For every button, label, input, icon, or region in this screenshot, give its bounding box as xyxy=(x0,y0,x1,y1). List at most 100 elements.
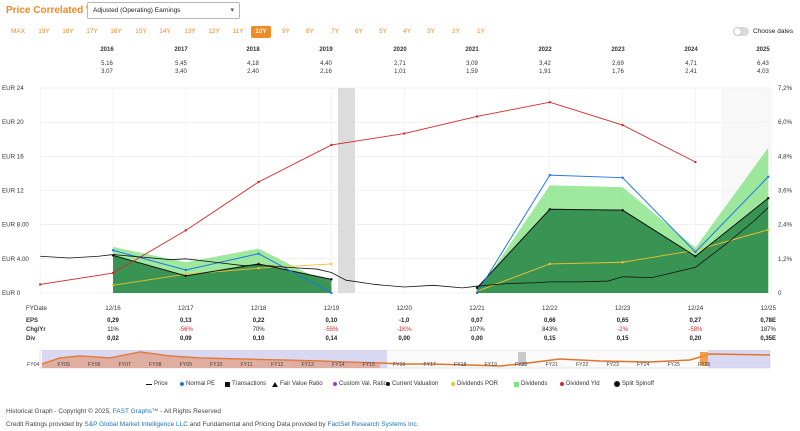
year-label: 2020 xyxy=(393,47,407,53)
legend-item-dividend-yld[interactable]: Dividend Yld xyxy=(560,381,600,387)
year-high-value: 4,40 xyxy=(320,61,332,67)
navigator-label: FY11 xyxy=(241,362,253,368)
range-button-6y[interactable]: 6Y xyxy=(350,26,368,38)
dividend-yld-point xyxy=(184,229,187,232)
range-button-12y[interactable]: 12Y xyxy=(204,26,224,38)
legend-marker-icon xyxy=(451,382,455,386)
navigator-label: FY12 xyxy=(271,362,284,368)
legend-item-normal-pe[interactable]: Normal PE xyxy=(180,381,215,387)
legend-item-price[interactable]: Price xyxy=(146,381,168,387)
year-label: 2024 xyxy=(684,47,698,53)
range-button-15y[interactable]: 15Y xyxy=(131,26,151,38)
table-cell: 0,09 xyxy=(179,336,192,342)
navigator-label: FY08 xyxy=(149,362,162,368)
legend-item-transactions[interactable]: Transactions xyxy=(225,381,266,387)
year-low-value: 2,41 xyxy=(685,69,697,75)
table-cell: 0,02 xyxy=(107,336,119,342)
factset-link[interactable]: FactSet Research Systems Inc. xyxy=(327,421,418,428)
legend-item-fair-value-ratio[interactable]: Fair Value Ratio xyxy=(272,381,323,387)
choose-dates-toggle[interactable] xyxy=(733,27,749,36)
legend-item-current-valuation[interactable]: Current Valuation xyxy=(386,381,438,387)
table-cell: 70% xyxy=(252,327,265,333)
navigator-window-right xyxy=(708,350,770,368)
year-high-value: 5,16 xyxy=(101,61,113,67)
range-button-8y[interactable]: 8Y xyxy=(301,26,319,38)
range-button-18y[interactable]: 18Y xyxy=(58,26,78,38)
navigator-label: FY15 xyxy=(363,362,376,368)
range-button-max[interactable]: MAX xyxy=(8,26,28,38)
normal-pe-point xyxy=(548,173,551,177)
dividend-yld-point xyxy=(111,271,115,275)
legend-item-split-spinoff[interactable]: Split Spinoff xyxy=(614,381,654,387)
fastgraphs-link[interactable]: FAST Graphs™ xyxy=(113,408,159,415)
chevron-down-icon: ▾ xyxy=(230,7,234,14)
table-cell: 0,22 xyxy=(252,318,265,324)
fydate-label: FYDate xyxy=(26,305,48,312)
table-cell: 0,00 xyxy=(398,336,411,342)
legend-item-dividends-por[interactable]: Dividends POR xyxy=(451,381,498,387)
range-button-17y[interactable]: 17Y xyxy=(82,26,102,38)
metric-select[interactable]: Adjusted (Operating) Earnings ▾ xyxy=(87,2,240,19)
left-axis-tick: EUR 20 xyxy=(2,119,24,126)
legend-label: Dividend Yld xyxy=(566,381,600,387)
table-cell: 0,66 xyxy=(543,318,556,324)
table-cell: 0,15 xyxy=(616,336,629,342)
right-axis-tick: 1,2% xyxy=(778,256,793,263)
dividends-por-point xyxy=(548,262,551,266)
table-cell: 0,10 xyxy=(325,318,338,324)
x-axis-tick: 12/22 xyxy=(542,305,558,312)
navigator-label: FY10 xyxy=(210,362,223,368)
normal-pe-point xyxy=(621,176,624,179)
range-button-16y[interactable]: 16Y xyxy=(106,26,126,38)
legend-label: Dividends POR xyxy=(457,381,499,387)
range-button-13y[interactable]: 13Y xyxy=(180,26,200,38)
range-button-7y[interactable]: 7Y xyxy=(326,26,344,38)
x-axis-tick: 12/25 xyxy=(760,305,776,312)
year-label: 2019 xyxy=(319,47,333,53)
table-cell: 0,00 xyxy=(471,336,483,342)
year-label: 2023 xyxy=(611,47,625,53)
range-button-9y[interactable]: 9Y xyxy=(277,26,295,38)
year-label: 2016 xyxy=(100,47,114,53)
year-low-value: 1,01 xyxy=(394,69,406,75)
right-axis-tick: 4,8% xyxy=(778,153,793,160)
legend-label: Custom Val. Ratio xyxy=(339,381,387,387)
legend-item-custom-val-ratio[interactable]: Custom Val. Ratio xyxy=(333,381,387,387)
credits-line: Credit Ratings provided by S&P Global Ma… xyxy=(6,421,419,428)
legend-item-dividends[interactable]: Dividends xyxy=(514,381,547,387)
navigator-label: FY17 xyxy=(424,362,437,368)
table-cell: 0,65 xyxy=(616,318,629,324)
legend-label: Normal PE xyxy=(186,381,216,387)
range-button-5y[interactable]: 5Y xyxy=(374,26,392,38)
navigator-label: FY14 xyxy=(332,362,345,368)
range-button-4y[interactable]: 4Y xyxy=(398,26,416,38)
fair-value-ratio-point xyxy=(621,208,624,212)
timeline-navigator[interactable]: FY04 FY05 FY06 FY07 FY08 FY09 FY10 FY11 FY12 FY13… xyxy=(0,350,800,374)
range-button-11y[interactable]: 11Y xyxy=(228,26,248,38)
normal-pe-point xyxy=(111,249,115,252)
left-axis-tick: EUR 8,00 xyxy=(2,222,29,229)
table-cell: 187% xyxy=(760,327,776,333)
range-button-2y[interactable]: 2Y xyxy=(447,26,465,38)
x-axis-tick: 12/19 xyxy=(324,305,340,312)
range-button-1y[interactable]: 1Y xyxy=(472,26,490,38)
legend-marker-icon xyxy=(386,382,390,386)
choose-dates-label: Choose dates xyxy=(753,28,794,35)
year-low-value: 3,40 xyxy=(175,69,187,75)
navigator-label: FY19 xyxy=(485,362,498,368)
range-button-19y[interactable]: 19Y xyxy=(34,26,54,38)
recession-band xyxy=(338,88,355,293)
dividends-por-point xyxy=(257,267,260,270)
sp-global-link[interactable]: S&P Global Market Intelligence LLC xyxy=(84,421,188,428)
legend-label: Split Spinoff xyxy=(622,381,654,387)
range-button-14y[interactable]: 14Y xyxy=(155,26,175,38)
navigator-label: FY07 xyxy=(119,362,132,368)
range-button-3y[interactable]: 3Y xyxy=(422,26,440,38)
range-button-10y[interactable]: 10Y xyxy=(251,26,271,38)
navigator-label: FY04 xyxy=(27,362,40,368)
dividends-por-point xyxy=(621,261,624,264)
right-axis-tick: 6,0% xyxy=(778,119,793,126)
year-high-value: 4,18 xyxy=(247,61,259,67)
year-label: 2017 xyxy=(174,47,188,53)
legend-label: Current Valuation xyxy=(392,381,439,387)
